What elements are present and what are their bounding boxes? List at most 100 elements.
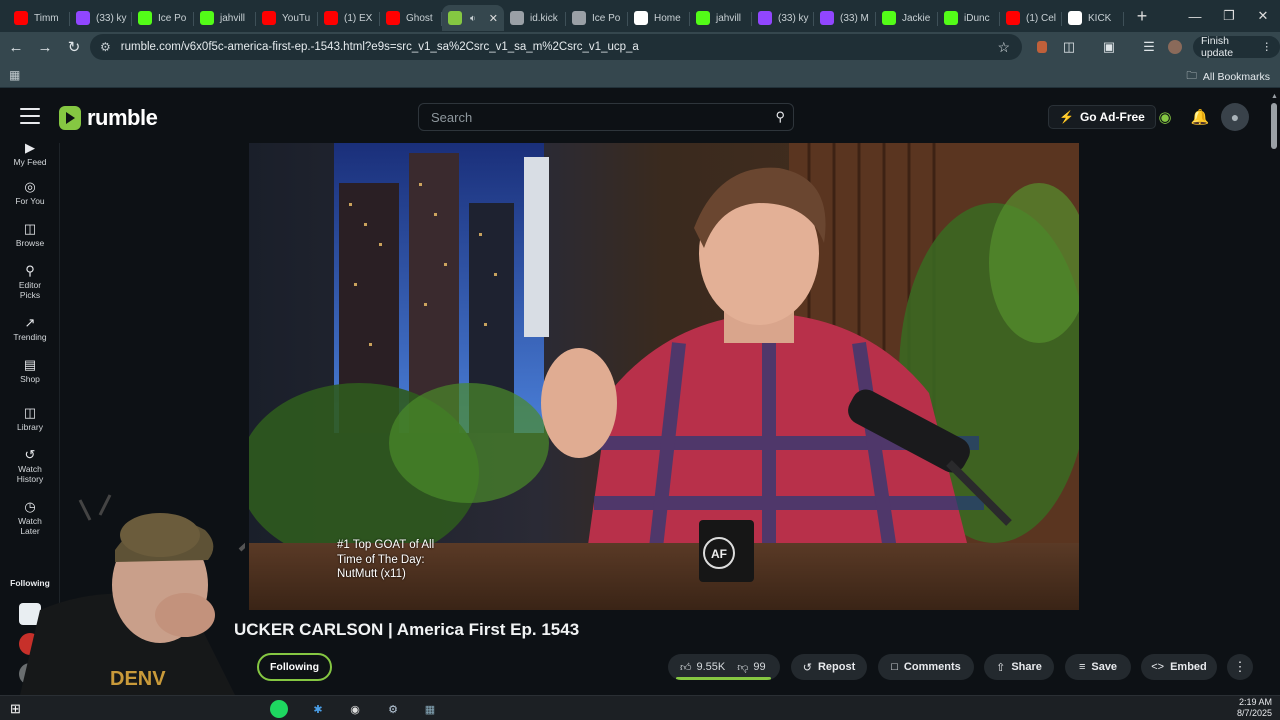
kick-icon	[882, 11, 896, 25]
twitch-icon	[820, 11, 834, 25]
browser-tab[interactable]: jahvill	[194, 5, 256, 31]
sidebar-item-watch-history[interactable]: ↺ Watch History	[0, 448, 60, 484]
audio-playing-icon[interactable]: 🔉︎	[470, 13, 476, 24]
browser-tab[interactable]: YouTu	[256, 5, 318, 31]
minimize-icon[interactable]: —	[1178, 0, 1212, 32]
youtube-icon	[14, 11, 28, 25]
scrollbar-thumb[interactable]	[1271, 103, 1277, 149]
new-tab-button[interactable]: +	[1128, 2, 1156, 30]
system-clock[interactable]: 2:19 AM 8/7/2025	[1237, 697, 1272, 719]
spotify-icon[interactable]	[270, 700, 288, 718]
sidebar-item-editor-picks[interactable]: ⚲ Editor Picks	[0, 264, 60, 300]
globe-icon	[510, 11, 524, 25]
close-window-icon[interactable]: ✕	[1246, 0, 1280, 32]
bolt-icon: ⚡	[1059, 110, 1074, 124]
browser-tab[interactable]: (33) M	[814, 5, 876, 31]
site-info-icon[interactable]: ⚙	[100, 40, 111, 54]
sidebar-item-library[interactable]: ◫ Library	[0, 406, 60, 432]
browser-tab[interactable]: iDunc	[938, 5, 1000, 31]
browser-tab[interactable]: Jackie	[876, 5, 938, 31]
extension-icon[interactable]	[1030, 32, 1054, 62]
tab-title: (33) M	[840, 12, 869, 24]
save-button[interactable]: ≡ Save	[1065, 654, 1131, 680]
search-input[interactable]	[431, 109, 751, 125]
windows-start-icon[interactable]: ⊞	[10, 701, 21, 717]
browser-tab[interactable]: Timm	[8, 5, 70, 31]
tab-title: Jackie	[902, 12, 931, 24]
sidebar-item-shop[interactable]: ▤ Shop	[0, 357, 60, 384]
apps-grid-icon[interactable]: ▦	[9, 68, 20, 82]
following-button[interactable]: Following	[257, 653, 332, 681]
x-icon	[1068, 11, 1082, 25]
rumble-logo[interactable]: rumble	[59, 105, 158, 131]
browser-tab[interactable]: Ice Po	[566, 5, 628, 31]
forward-icon[interactable]: →	[32, 34, 58, 60]
hamburger-menu-icon[interactable]	[20, 108, 40, 124]
go-ad-free-button[interactable]: ⚡ Go Ad-Free	[1048, 105, 1156, 129]
shop-icon: ▤	[23, 357, 37, 372]
comments-button[interactable]: □ Comments	[878, 654, 974, 680]
browser-tab[interactable]: 🔉︎ ✕	[442, 5, 504, 31]
tab-list: Timm (33) ky Ice Po jahvill YouTu (1) EX Ghost…	[0, 0, 1124, 32]
sidebar-item-my-feed[interactable]: ▶ My Feed	[0, 141, 60, 167]
sidebar-item-for-you[interactable]: ◎ For You	[0, 180, 60, 206]
folder-icon: 🗀	[1186, 70, 1197, 82]
browser-tab[interactable]: (33) ky	[752, 5, 814, 31]
browser-tab[interactable]: (1) Cel	[1000, 5, 1062, 31]
obs-icon[interactable]: ◉	[345, 699, 365, 719]
restore-icon[interactable]: ❐	[1212, 0, 1246, 32]
bluetooth-app-icon[interactable]: ✱	[308, 699, 328, 719]
youtube-icon	[386, 11, 400, 25]
steam-icon[interactable]: ⚙	[383, 699, 403, 719]
share-icon: ⇧	[996, 661, 1006, 674]
sidebar-item-browse[interactable]: ◫ Browse	[0, 222, 60, 248]
browser-tab[interactable]: id.kick	[504, 5, 566, 31]
browser-tab-strip: Timm (33) ky Ice Po jahvill YouTu (1) EX Ghost…	[0, 0, 1280, 32]
tab-title: jahvill	[716, 12, 742, 24]
extensions-puzzle-icon[interactable]: ◫	[1057, 32, 1081, 62]
tab-title: (1) EX	[344, 12, 373, 24]
upvote-button[interactable]: 👍︎ 9.55K	[668, 661, 725, 674]
page-scrollbar[interactable]: ▲	[1268, 91, 1280, 695]
bookmark-star-icon[interactable]: ☆	[997, 39, 1010, 56]
embed-button[interactable]: <> Embed	[1141, 654, 1217, 680]
user-avatar[interactable]: ●	[1221, 103, 1249, 131]
browser-tab[interactable]: (33) ky	[70, 5, 132, 31]
browser-tab[interactable]: jahvill	[690, 5, 752, 31]
file-app-icon[interactable]: ▦	[420, 699, 440, 719]
sidebar-item-trending[interactable]: ↗ Trending	[0, 316, 60, 342]
all-bookmarks-button[interactable]: 🗀 All Bookmarks	[1186, 68, 1270, 86]
address-bar[interactable]: ⚙ rumble.com/v6x0f5c-america-first-ep.-1…	[90, 34, 1022, 60]
browser-tab[interactable]: (1) EX	[318, 5, 380, 31]
tab-title: (33) ky	[778, 12, 809, 24]
tab-title: (1) Cel	[1026, 12, 1057, 24]
browser-tab[interactable]: Ice Po	[132, 5, 194, 31]
kick-icon	[138, 11, 152, 25]
chrome-menu-icon[interactable]: ⋮	[1262, 41, 1273, 53]
repost-button[interactable]: ↺ Repost	[791, 654, 867, 680]
site-header: rumble ⚲ ⚡ Go Ad-Free ◉ 🔔 ●	[0, 91, 1268, 143]
kick-icon	[944, 11, 958, 25]
stream-overlay-caption: #1 Top GOAT of All Time of The Day: NutM…	[337, 539, 435, 580]
back-icon[interactable]: ←	[3, 34, 29, 60]
tab-search-icon[interactable]: ▣	[1097, 32, 1121, 62]
playlist-add-icon: ≡	[1078, 661, 1086, 673]
downvote-button[interactable]: 👎︎ 99	[725, 661, 765, 674]
scroll-up-arrow-icon[interactable]: ▲	[1271, 93, 1278, 100]
upload-camera-icon[interactable]: ◉	[1153, 105, 1177, 129]
tab-title: Timm	[34, 12, 59, 24]
more-options-icon[interactable]: ⋮	[1227, 654, 1253, 680]
share-button[interactable]: ⇧ Share	[984, 654, 1054, 680]
rumble-icon	[448, 11, 462, 25]
notifications-bell-icon[interactable]: 🔔	[1188, 105, 1212, 129]
browser-tab[interactable]: KICK	[1062, 5, 1124, 31]
svg-text:AF: AF	[711, 547, 727, 561]
browser-tab[interactable]: Home	[628, 5, 690, 31]
finish-update-button[interactable]: Finish update ⋮	[1193, 35, 1280, 59]
chrome-profile-avatar[interactable]	[1168, 40, 1182, 54]
browser-tab[interactable]: Ghost	[380, 5, 442, 31]
reload-icon[interactable]: ↻	[61, 34, 87, 60]
search-icon[interactable]: ⚲	[775, 109, 785, 125]
close-tab-icon[interactable]: ✕	[489, 12, 498, 25]
media-control-icon[interactable]: ☰	[1137, 32, 1161, 62]
